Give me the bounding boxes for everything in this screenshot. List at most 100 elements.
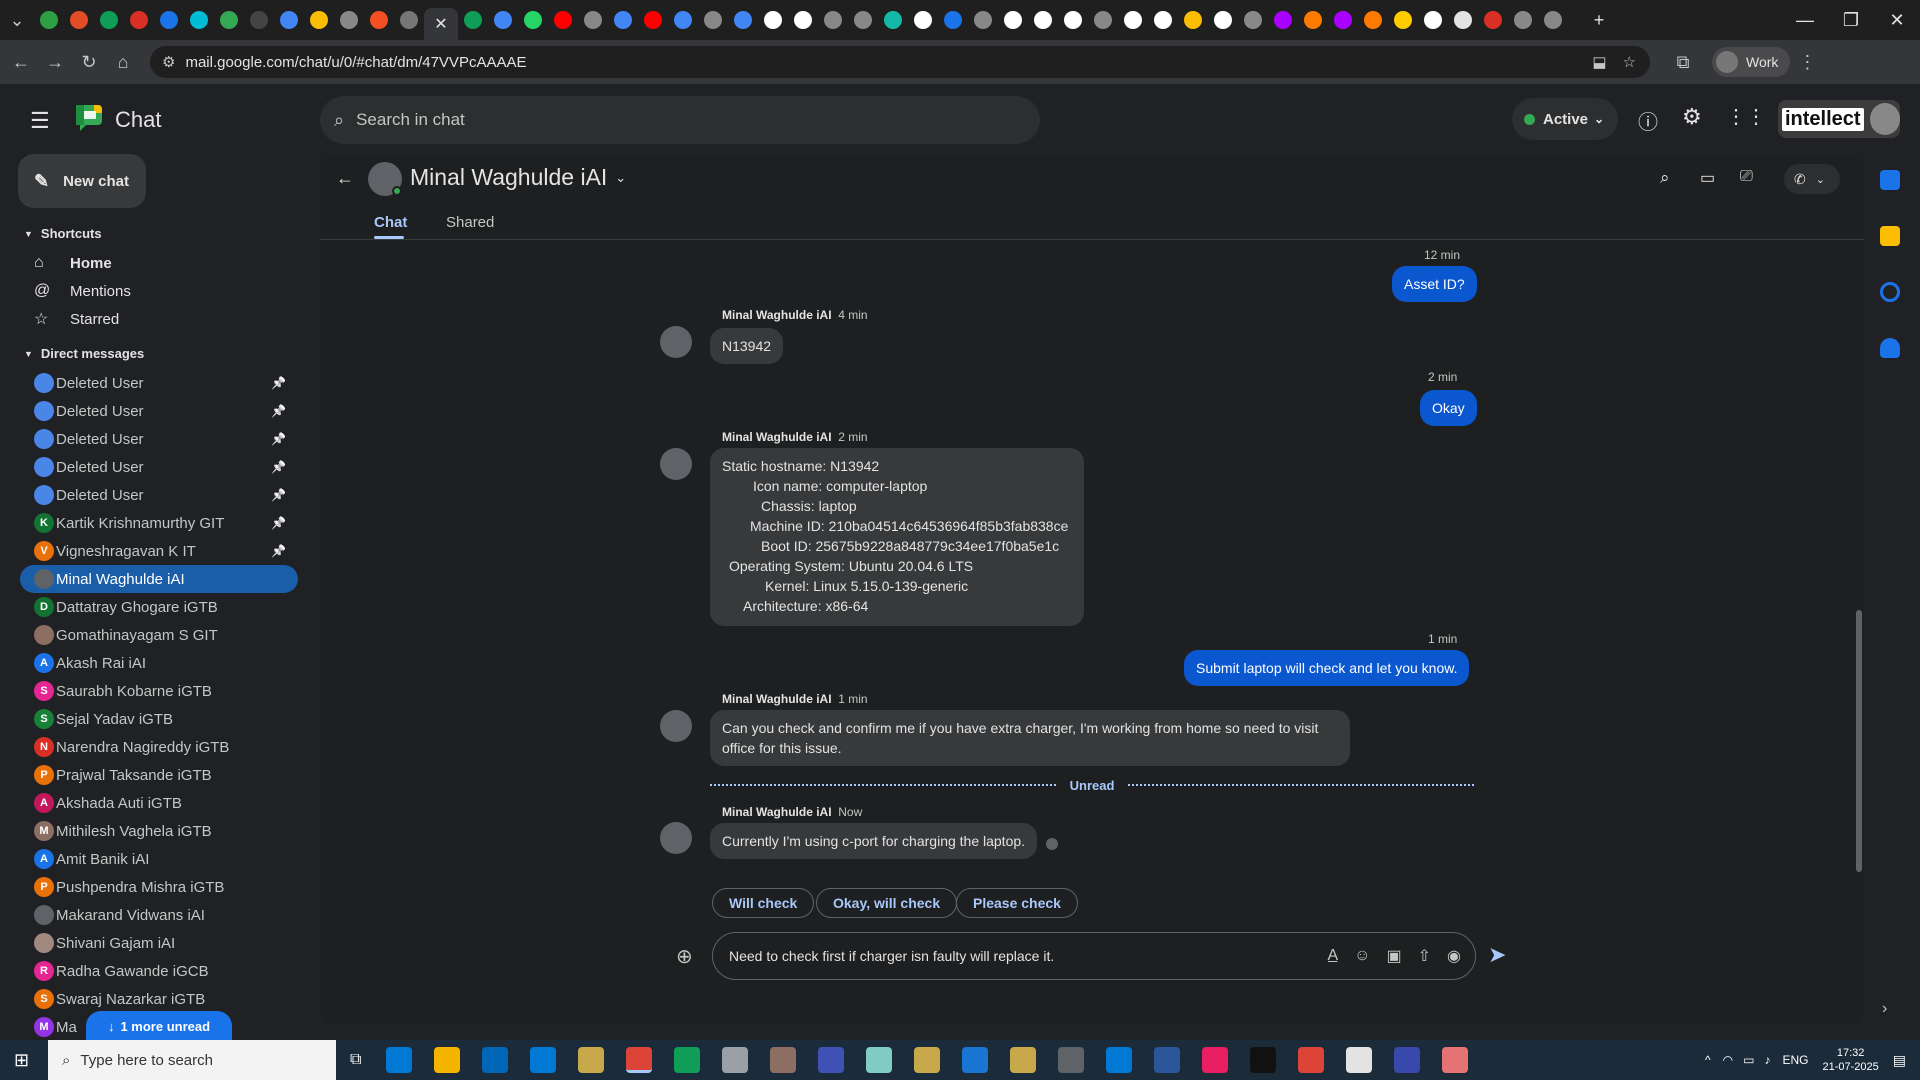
dm-item[interactable]: P Prajwal Taksande iGTB: [20, 761, 298, 789]
pin-icon[interactable]: 📌: [271, 432, 286, 446]
tab-favicon-icon[interactable]: [614, 11, 632, 29]
tab-favicon-icon[interactable]: [674, 11, 692, 29]
keep-icon[interactable]: [1880, 226, 1900, 246]
calendar-icon[interactable]: [1880, 170, 1900, 190]
send-icon[interactable]: ➤: [1488, 942, 1506, 968]
settings-gear-icon[interactable]: ⚙: [1682, 104, 1702, 130]
back-arrow-icon[interactable]: ←: [336, 168, 354, 189]
chrome-profile-icon[interactable]: [1202, 1047, 1229, 1073]
settings-app-icon[interactable]: [1058, 1047, 1085, 1073]
app-icon[interactable]: [914, 1047, 941, 1073]
chrome-icon[interactable]: [1298, 1047, 1325, 1073]
tab-favicon-icon[interactable]: [70, 11, 88, 29]
emoji-icon[interactable]: ☺: [1354, 947, 1370, 965]
call-button[interactable]: ✆ ⌄: [1784, 164, 1840, 194]
shortcuts-header[interactable]: ▼ Shortcuts: [24, 226, 102, 241]
tab-favicon-icon[interactable]: [160, 11, 178, 29]
tab-favicon-icon[interactable]: [400, 11, 418, 29]
open-in-popup-icon[interactable]: ▭: [1700, 168, 1715, 188]
notifications-icon[interactable]: ▤: [1893, 1052, 1906, 1069]
direct-messages-header[interactable]: ▼ Direct messages: [24, 346, 144, 361]
tab-favicon-icon[interactable]: [824, 11, 842, 29]
tasks-icon[interactable]: [1880, 282, 1900, 302]
dm-item[interactable]: Deleted User 📌: [20, 397, 298, 425]
volume-icon[interactable]: ♪: [1764, 1053, 1770, 1067]
dm-item[interactable]: Deleted User 📌: [20, 369, 298, 397]
shortcut-item[interactable]: ⌂ Home: [34, 249, 131, 277]
dm-item[interactable]: M Mithilesh Vaghela iGTB: [20, 817, 298, 845]
tab-favicon-icon[interactable]: [1394, 11, 1412, 29]
tab-favicon-icon[interactable]: [1424, 11, 1442, 29]
tab-favicon-icon[interactable]: [1454, 11, 1472, 29]
tab-favicon-icon[interactable]: [220, 11, 238, 29]
pin-icon[interactable]: 📌: [271, 460, 286, 474]
show-hidden-icons[interactable]: ^: [1705, 1053, 1711, 1067]
app-icon[interactable]: [1442, 1047, 1469, 1073]
app-icon[interactable]: [578, 1047, 605, 1073]
new-chat-button[interactable]: ✎ New chat: [18, 154, 146, 208]
dm-item[interactable]: Minal Waghulde iAI: [20, 565, 298, 593]
tab-favicon-icon[interactable]: [734, 11, 752, 29]
tab-favicon-icon[interactable]: [524, 11, 542, 29]
app-icon[interactable]: [818, 1047, 845, 1073]
dm-item[interactable]: K Kartik Krishnamurthy GIT 📌: [20, 509, 298, 537]
dm-item[interactable]: Makarand Vidwans iAI: [20, 901, 298, 929]
add-attachment-icon[interactable]: ⊕: [676, 944, 693, 969]
tab-favicon-icon[interactable]: [1244, 11, 1262, 29]
tab-favicon-icon[interactable]: [340, 11, 358, 29]
store-icon[interactable]: [482, 1047, 509, 1073]
tab-favicon-icon[interactable]: [1154, 11, 1172, 29]
dm-item[interactable]: A Amit Banik iAI: [20, 845, 298, 873]
chrome-icon[interactable]: [674, 1047, 701, 1073]
outlook-icon[interactable]: [530, 1047, 557, 1073]
expand-panel-icon[interactable]: ›: [1882, 1000, 1887, 1018]
tab-favicon-icon[interactable]: [1034, 11, 1052, 29]
tab-favicon-icon[interactable]: [250, 11, 268, 29]
tab-favicon-icon[interactable]: [1514, 11, 1532, 29]
chatgpt-icon[interactable]: [1346, 1047, 1373, 1073]
minimize-button[interactable]: —: [1782, 10, 1828, 31]
address-bar[interactable]: ⚙ mail.google.com/chat/u/0/#chat/dm/47VV…: [150, 46, 1650, 78]
app-icon[interactable]: [1394, 1047, 1421, 1073]
shortcut-item[interactable]: @ Mentions: [34, 277, 131, 305]
message-composer[interactable]: Need to check first if charger isn fault…: [712, 932, 1476, 980]
record-video-icon[interactable]: ◉: [1447, 946, 1461, 966]
taskbar-search[interactable]: ⌕ Type here to search: [48, 1040, 336, 1080]
present-icon[interactable]: ⎚: [1740, 168, 1753, 186]
tab-favicon-icon[interactable]: [100, 11, 118, 29]
gif-icon[interactable]: ▣: [1387, 946, 1402, 966]
extensions-icon[interactable]: ⧉: [1666, 52, 1700, 73]
tab-favicon-icon[interactable]: [584, 11, 602, 29]
tab-favicon-icon[interactable]: [1364, 11, 1382, 29]
dm-item[interactable]: S Swaraj Nazarkar iGTB: [20, 985, 298, 1013]
tab-favicon-icon[interactable]: [1004, 11, 1022, 29]
text-format-icon[interactable]: A̲: [1327, 947, 1338, 965]
dm-item[interactable]: Gomathinayagam S GIT: [20, 621, 298, 649]
conversation-title-button[interactable]: Minal Waghulde iAI ⌄: [410, 164, 626, 191]
dm-item[interactable]: Deleted User 📌: [20, 453, 298, 481]
maximize-button[interactable]: ❐: [1828, 10, 1874, 31]
search-conversation-icon[interactable]: ⌕: [1660, 168, 1670, 188]
tab-favicon-icon[interactable]: [464, 11, 482, 29]
tab-favicon-icon[interactable]: [644, 11, 662, 29]
tab-favicon-icon[interactable]: [764, 11, 782, 29]
shortcut-item[interactable]: ☆ Starred: [34, 305, 131, 333]
tab-favicon-icon[interactable]: [310, 11, 328, 29]
dm-item[interactable]: S Sejal Yadav iGTB: [20, 705, 298, 733]
tab-favicon-icon[interactable]: [130, 11, 148, 29]
dm-item[interactable]: A Akash Rai iAI: [20, 649, 298, 677]
tab-favicon-icon[interactable]: [1334, 11, 1352, 29]
pin-icon[interactable]: 📌: [271, 516, 286, 530]
dm-item[interactable]: P Pushpendra Mishra iGTB: [20, 873, 298, 901]
file-explorer-icon[interactable]: [434, 1047, 461, 1073]
tab-search-icon[interactable]: ⌄: [0, 10, 34, 31]
vscode-icon[interactable]: [1106, 1047, 1133, 1073]
pin-icon[interactable]: 📌: [271, 544, 286, 558]
tab-shared[interactable]: Shared: [446, 214, 494, 231]
tab-favicon-icon[interactable]: [280, 11, 298, 29]
status-selector[interactable]: Active ⌄: [1512, 98, 1618, 140]
home-button-icon[interactable]: ⌂: [106, 52, 140, 73]
tab-favicon-icon[interactable]: [1184, 11, 1202, 29]
dm-item[interactable]: R Radha Gawande iGCB: [20, 957, 298, 985]
clock[interactable]: 17:32 21-07-2025: [1822, 1046, 1878, 1074]
